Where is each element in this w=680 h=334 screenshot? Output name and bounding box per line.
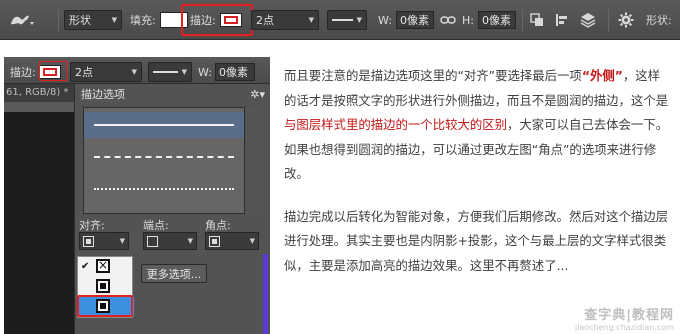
tool-preset-picker[interactable] bbox=[8, 9, 36, 31]
left-stroke-width-value: 2点 bbox=[75, 66, 93, 79]
paragraph-1: 而且要注意的是描边选项这里的“对齐”要选择最后一项“外侧”，这样的话才是按照文字… bbox=[284, 64, 672, 187]
width-value: 0像素 bbox=[399, 14, 429, 27]
chevron-down-icon: ▼ bbox=[249, 237, 255, 245]
width-input[interactable]: 0像素 bbox=[395, 11, 434, 29]
left-stroke-width-input[interactable]: 2点 ▼ bbox=[70, 62, 142, 82]
document-tab[interactable]: 61, RGB/8) * bbox=[4, 84, 74, 102]
shape-label: 形状: bbox=[646, 14, 672, 27]
left-stroke-label: 描边: bbox=[10, 66, 36, 79]
link-icon bbox=[440, 16, 456, 24]
options-bar: 形状 ▼ 填充: 描边: 2点 ▼ ▼ W: 0像素 H: 0像素 形状: bbox=[0, 0, 680, 40]
chevron-down-icon: ▼ bbox=[181, 68, 187, 76]
tool-mode-label: 形状 bbox=[69, 14, 91, 27]
chevron-down-icon: ▼ bbox=[308, 16, 314, 24]
checkmark-icon: ✔ bbox=[81, 261, 90, 272]
path-operations-icon bbox=[530, 13, 543, 26]
fill-label: 填充: bbox=[130, 14, 156, 27]
chevron-down-icon: ▼ bbox=[131, 68, 137, 76]
caps-select[interactable]: ▼ bbox=[143, 232, 197, 250]
paragraph-2: 描边完成以后转化为智能对象，方便我们后期修改。然后对这个描边层进行处理。其实主要… bbox=[284, 208, 669, 273]
more-options-button[interactable]: 更多选项... bbox=[141, 264, 207, 283]
stroke-style-list bbox=[83, 107, 258, 215]
stroke-line-preview bbox=[332, 19, 353, 21]
path-alignment-button[interactable] bbox=[555, 9, 569, 31]
stroke-type-select[interactable]: ▼ bbox=[327, 10, 367, 30]
height-label: H: bbox=[462, 13, 474, 27]
caps-label: 端点: bbox=[143, 219, 169, 232]
gear-icon bbox=[618, 12, 634, 28]
corners-label: 角点: bbox=[205, 219, 231, 232]
stroke-highlight-frame bbox=[181, 4, 253, 36]
stroke-style-dotted[interactable] bbox=[84, 176, 244, 202]
stroke-style-solid[interactable] bbox=[84, 112, 244, 138]
path-arrangement-button[interactable] bbox=[580, 9, 596, 31]
chevron-down-icon: ▼ bbox=[187, 237, 193, 245]
panel-gear-icon[interactable]: ✲▾ bbox=[250, 88, 265, 101]
ruler bbox=[4, 102, 74, 112]
stroke-options-panel: 描边选项 ✲▾ 对齐: 端点: 角点: ▼ ▼ ▼ ✔ × 更多选项... bbox=[74, 84, 270, 334]
p1-highlight: “外侧” bbox=[581, 68, 623, 83]
left-width-input[interactable]: 0像素 bbox=[214, 63, 255, 81]
left-options-bar: 描边: 2点 ▼ ▼ W: 0像素 bbox=[4, 57, 270, 84]
list-scrollbar[interactable] bbox=[246, 108, 258, 215]
canvas-area bbox=[4, 112, 74, 334]
path-alignment-icon bbox=[556, 14, 567, 26]
watermark-url: jiaocheng.chazidian.com bbox=[574, 323, 674, 332]
left-width-value: 0像素 bbox=[218, 66, 248, 79]
left-stroke-type-select[interactable]: ▼ bbox=[148, 62, 192, 82]
align-option-inside[interactable]: ✔ bbox=[78, 257, 134, 276]
chevron-down-icon: ▼ bbox=[356, 16, 362, 24]
height-input[interactable]: 0像素 bbox=[477, 11, 516, 29]
left-width-label: W: bbox=[198, 65, 212, 79]
chevron-down-icon: ▼ bbox=[119, 237, 125, 245]
left-stroke-highlight bbox=[39, 61, 68, 81]
settings-button[interactable] bbox=[618, 9, 634, 31]
canvas-edge-strip bbox=[263, 254, 268, 334]
align-option-center[interactable] bbox=[78, 277, 134, 296]
left-stroke-line-preview bbox=[153, 71, 178, 73]
watermark: 查字典|教程网 jiaocheng.chazidian.com bbox=[575, 304, 674, 332]
width-label: W: bbox=[378, 13, 392, 27]
tool-mode-select[interactable]: 形状 ▼ bbox=[64, 10, 122, 30]
panel-title: 描边选项 bbox=[81, 88, 125, 101]
stroke-width-input[interactable]: 2点 ▼ bbox=[251, 10, 319, 30]
p1-red-text: 与图层样式里的描边的一个比较大的区别 bbox=[284, 117, 508, 132]
shape-tool-icon bbox=[11, 15, 34, 25]
path-arrangement-icon bbox=[580, 13, 596, 28]
align-center-option-icon bbox=[96, 279, 110, 293]
align-label: 对齐: bbox=[79, 219, 105, 232]
stroke-style-dashed[interactable] bbox=[84, 144, 244, 170]
outside-option-highlight bbox=[77, 295, 133, 317]
cap-butt-icon bbox=[147, 235, 158, 247]
watermark-main: 查字典|教程网 bbox=[584, 308, 674, 323]
article-text: 而且要注意的是描边选项这里的“对齐”要选择最后一项“外侧”，这样的话才是按照文字… bbox=[284, 64, 672, 289]
path-operations-button[interactable] bbox=[530, 9, 544, 31]
align-inside-icon bbox=[83, 235, 94, 247]
stroke-options-screenshot: 描边: 2点 ▼ ▼ W: 0像素 61, RGB/8) * 描边选项 ✲▾ 对… bbox=[4, 57, 270, 334]
stroke-width-value: 2点 bbox=[256, 14, 274, 27]
corners-select[interactable]: ▼ bbox=[205, 232, 259, 250]
align-select[interactable]: ▼ bbox=[79, 232, 129, 250]
corner-miter-icon bbox=[209, 235, 220, 247]
height-value: 0像素 bbox=[481, 14, 511, 27]
link-dimensions-button[interactable] bbox=[440, 9, 456, 31]
align-inside-option-icon bbox=[96, 258, 110, 273]
p1-text-a: 而且要注意的是描边选项这里的“对齐”要选择最后一项 bbox=[284, 68, 582, 83]
chevron-down-icon: ▼ bbox=[111, 16, 117, 24]
